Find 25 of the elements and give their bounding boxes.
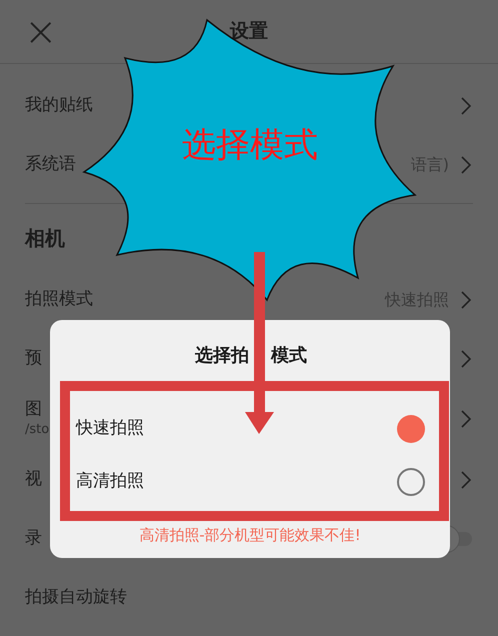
setting-label: 拍摄自动旋转 — [25, 586, 127, 608]
chevron-right-icon — [461, 156, 472, 174]
callout-text: 选择模式 — [182, 128, 318, 162]
setting-label: 拍照模式 — [25, 288, 93, 310]
radio-button[interactable] — [397, 414, 425, 442]
option-label[interactable]: 高清拍照 — [76, 468, 144, 494]
chevron-right-icon — [461, 96, 472, 114]
dialog-title: 模式 — [271, 344, 307, 368]
chevron-right-icon — [461, 410, 472, 428]
setting-label: 系统语 — [25, 154, 76, 176]
chevron-right-icon — [461, 350, 472, 368]
setting-label: 录 — [25, 528, 42, 550]
chevron-right-icon — [461, 470, 472, 488]
section-title: 相机 — [25, 225, 65, 252]
page-title: 设置 — [230, 19, 268, 44]
path-text: /sto — [25, 420, 50, 439]
dialog-title: 选择拍 — [195, 344, 249, 368]
setting-label: 图 — [25, 398, 43, 420]
option-label[interactable]: 快速拍照 — [76, 416, 144, 442]
setting-label: 我的贴纸 — [25, 94, 93, 116]
radio-button[interactable] — [397, 468, 425, 496]
warning-text: 高清拍照-部分机型可能效果不佳! — [139, 524, 361, 546]
chevron-right-icon — [461, 290, 472, 308]
setting-label: 预 — [25, 348, 42, 370]
setting-label: 视 — [25, 468, 42, 490]
